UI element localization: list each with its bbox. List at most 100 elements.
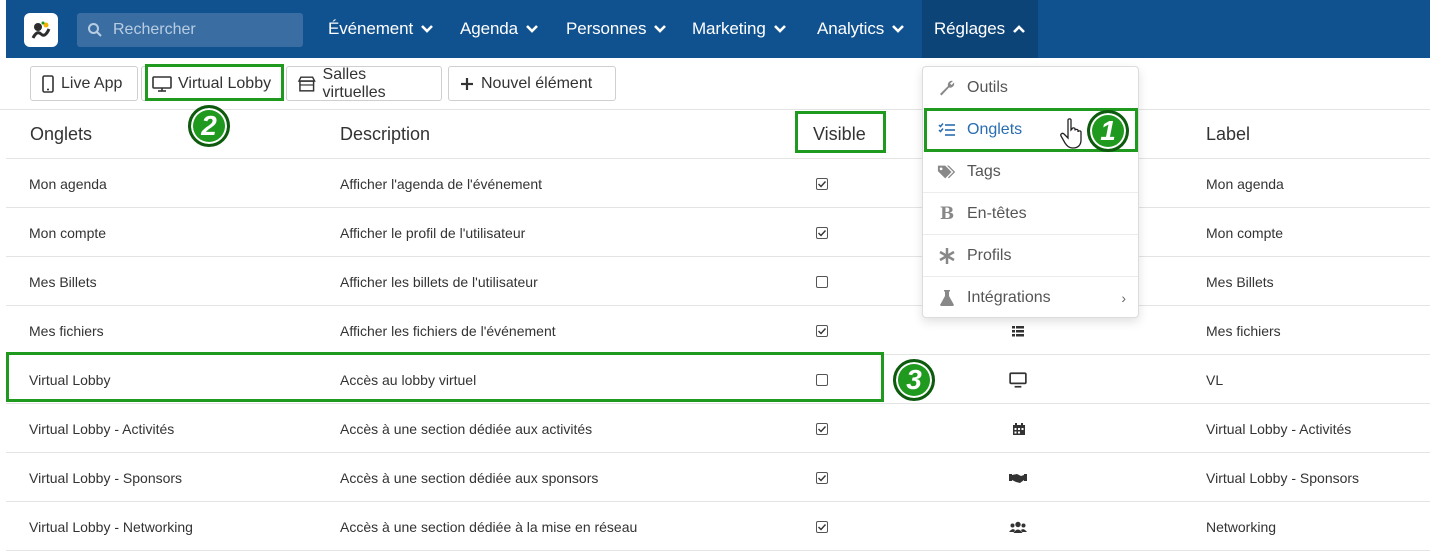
chevron-down-icon <box>526 25 538 33</box>
wrench-icon <box>937 78 957 98</box>
nav-label: Événement <box>328 19 414 38</box>
cell-tab: Mon agenda <box>29 175 107 192</box>
cell-tab: Mes Billets <box>29 273 97 290</box>
nouvel-element-button[interactable]: Nouvel élément <box>448 66 616 101</box>
users-icon <box>1009 502 1027 551</box>
visible-checkbox[interactable] <box>816 502 828 551</box>
header-description[interactable]: Description <box>340 110 430 159</box>
table-row: Mes fichiers Afficher les fichiers de l'… <box>6 306 1430 355</box>
toolbar: Live App Virtual Lobby Salles virtuelles… <box>0 58 1430 110</box>
cell-tab: Virtual Lobby - Networking <box>29 518 193 535</box>
desktop-icon <box>152 75 172 92</box>
header-visible[interactable]: Visible <box>813 110 866 159</box>
cell-label: Mon compte <box>1206 224 1284 241</box>
cell-tab: Mes fichiers <box>29 322 104 339</box>
nav-analytics[interactable]: Analytics <box>817 0 905 58</box>
chevron-right-icon: › <box>1121 290 1126 306</box>
search-icon <box>88 23 102 37</box>
hand-cursor-icon <box>1060 118 1086 155</box>
table-row: Mon agenda Afficher l'agenda de l'événem… <box>6 159 1430 208</box>
chevron-down-icon <box>421 25 434 33</box>
nav-personnes[interactable]: Personnes <box>566 0 667 58</box>
menu-item-tags[interactable]: Tags <box>923 151 1138 193</box>
table-row: Virtual Lobby Accès au lobby virtuel VL <box>6 355 1430 404</box>
nav-label: Réglages <box>934 19 1006 38</box>
reglages-dropdown: Outils Onglets Tags B En-têtes Profils I… <box>922 66 1139 318</box>
nav-reglages[interactable]: Réglages <box>922 0 1039 58</box>
search-input[interactable] <box>113 21 293 39</box>
table-row: Virtual Lobby - Networking Accès à une s… <box>6 502 1430 551</box>
nav-evenement[interactable]: Événement <box>328 0 434 58</box>
table-row: Mes Billets Afficher les billets de l'ut… <box>6 257 1430 306</box>
cell-description: Accès à une section dédiée aux activités <box>340 420 593 437</box>
salles-virtuelles-button[interactable]: Salles virtuelles <box>286 66 442 101</box>
tasks-icon <box>937 120 957 140</box>
menu-label: Outils <box>967 78 1008 96</box>
table-row: Virtual Lobby - Activités Accès à une se… <box>6 404 1430 453</box>
menu-item-profils[interactable]: Profils <box>923 235 1138 277</box>
logo-icon <box>31 20 51 40</box>
cell-description: Afficher le profil de l'utilisateur <box>340 224 526 241</box>
button-label: Virtual Lobby <box>178 74 272 92</box>
menu-label: Profils <box>967 246 1012 264</box>
chevron-up-icon <box>1013 25 1025 33</box>
plus-icon <box>461 77 473 90</box>
header-label[interactable]: Label <box>1206 110 1250 159</box>
menu-item-en-tetes[interactable]: B En-têtes <box>923 193 1138 235</box>
menu-item-integrations[interactable]: Intégrations › <box>923 277 1138 319</box>
top-navigation: Événement Agenda Personnes Marketing Ana… <box>0 0 1430 58</box>
asterisk-icon <box>937 246 957 266</box>
mobile-icon <box>42 74 54 93</box>
nav-agenda[interactable]: Agenda <box>460 0 539 58</box>
visible-checkbox[interactable] <box>816 257 828 306</box>
visible-checkbox[interactable] <box>816 208 828 257</box>
virtual-lobby-button[interactable]: Virtual Lobby <box>141 66 283 101</box>
store-icon <box>297 75 316 92</box>
live-app-button[interactable]: Live App <box>30 66 138 101</box>
button-label: Live App <box>61 74 123 92</box>
cell-tab: Mon compte <box>29 224 107 241</box>
chevron-down-icon <box>892 25 905 33</box>
annotation-badge-2: 2 <box>188 105 230 147</box>
button-label: Salles virtuelles <box>322 65 386 101</box>
table-row: Virtual Lobby - Sponsors Accès à une sec… <box>6 453 1430 502</box>
flask-icon <box>937 288 957 308</box>
app-logo[interactable] <box>24 13 58 47</box>
bold-icon: B <box>939 203 955 224</box>
visible-checkbox[interactable] <box>816 404 828 453</box>
cell-description: Afficher les billets de l'utilisateur <box>340 273 538 290</box>
calendar-icon <box>1012 404 1026 453</box>
visible-checkbox[interactable] <box>816 355 828 404</box>
cell-tab: Virtual Lobby - Activités <box>29 420 175 437</box>
cell-label: Virtual Lobby - Sponsors <box>1206 469 1360 486</box>
nav-label: Agenda <box>460 19 519 38</box>
menu-label: Tags <box>967 162 1001 180</box>
nav-label: Analytics <box>817 19 885 38</box>
nav-marketing[interactable]: Marketing <box>692 0 787 58</box>
chevron-down-icon <box>773 25 786 33</box>
cell-label: Mes fichiers <box>1206 322 1281 339</box>
menu-label: Onglets <box>967 120 1023 138</box>
cell-label: Mes Billets <box>1206 273 1274 290</box>
desktop-icon <box>1009 355 1027 404</box>
button-label: Nouvel élément <box>481 74 593 92</box>
visible-checkbox[interactable] <box>816 159 828 208</box>
cell-description: Afficher l'agenda de l'événement <box>340 175 543 192</box>
chevron-down-icon <box>654 25 667 33</box>
menu-item-outils[interactable]: Outils <box>923 67 1138 109</box>
cell-description: Afficher les fichiers de l'événement <box>340 322 556 339</box>
cell-label: Mon agenda <box>1206 175 1284 192</box>
cell-tab: Virtual Lobby <box>29 371 111 388</box>
header-tabs[interactable]: Onglets <box>30 110 92 159</box>
search-box[interactable] <box>77 13 303 47</box>
cell-label: Networking <box>1206 518 1277 535</box>
visible-checkbox[interactable] <box>816 453 828 502</box>
visible-checkbox[interactable] <box>816 306 828 355</box>
cell-label: Virtual Lobby - Activités <box>1206 420 1352 437</box>
nav-label: Personnes <box>566 19 647 38</box>
cell-label: VL <box>1206 371 1224 388</box>
menu-label: En-têtes <box>967 204 1027 222</box>
menu-label: Intégrations <box>967 289 1051 306</box>
cell-tab: Virtual Lobby - Sponsors <box>29 469 183 486</box>
cell-description: Accès au lobby virtuel <box>340 371 477 388</box>
